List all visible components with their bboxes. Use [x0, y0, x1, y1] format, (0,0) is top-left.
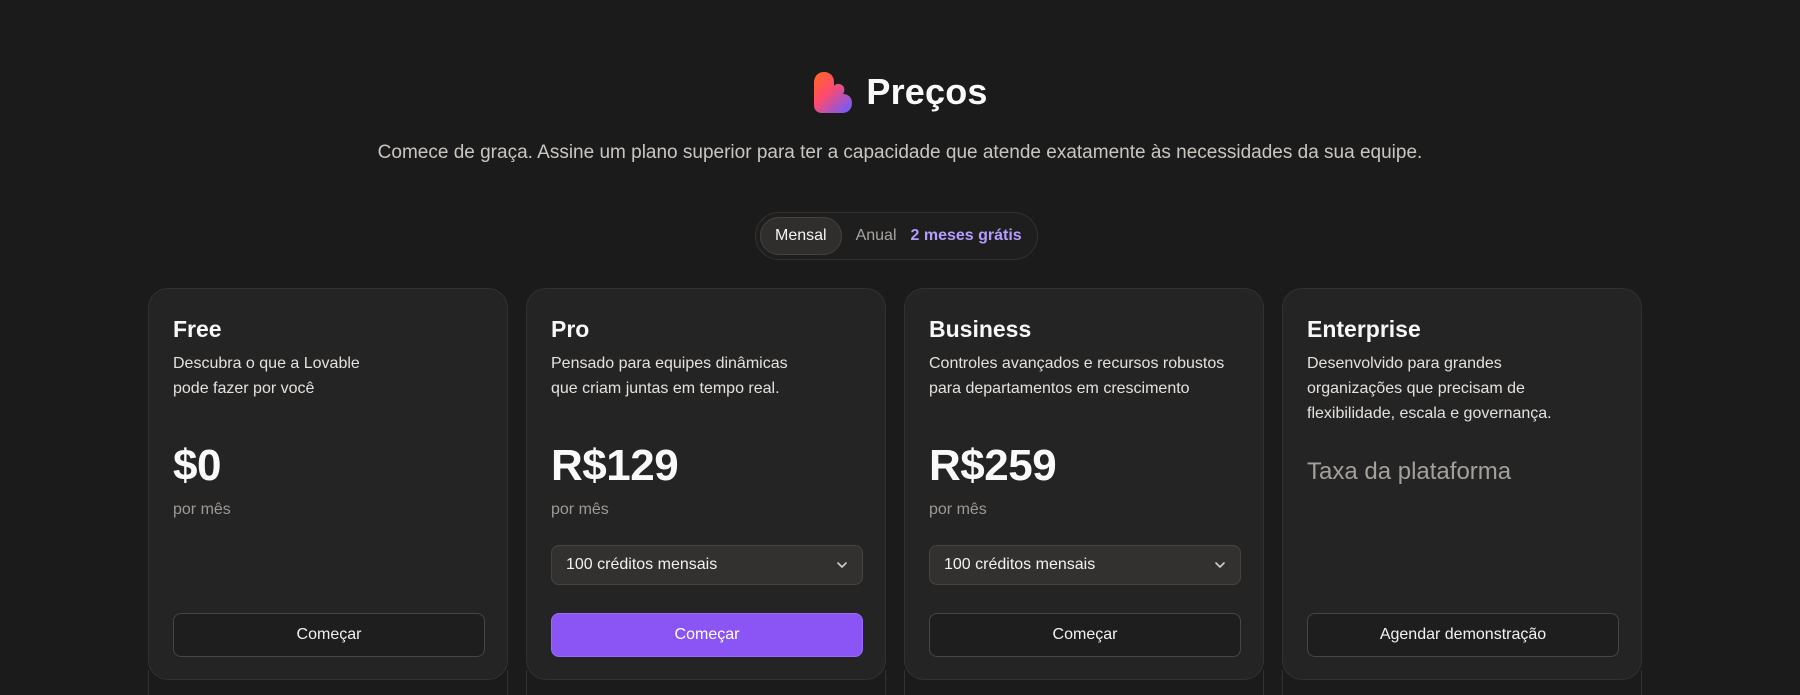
plan-description: Desenvolvido para grandes organizações q…	[1307, 355, 1552, 422]
plan-name: Business	[929, 316, 1032, 342]
page-header: Preços	[0, 70, 1800, 114]
plan-period: por mês	[551, 501, 609, 518]
plan-name: Enterprise	[1307, 316, 1421, 342]
plan-period: por mês	[929, 501, 987, 518]
page-subtitle: Comece de graça. Assine um plano superio…	[377, 142, 1423, 163]
plan-period: por mês	[173, 501, 231, 518]
credits-select-value: 100 créditos mensais	[944, 556, 1096, 573]
toggle-monthly[interactable]: Mensal	[760, 217, 842, 255]
start-button-free[interactable]: Começar	[173, 613, 485, 657]
credits-select-pro[interactable]: 100 créditos mensais	[551, 545, 863, 585]
plan-card-free: Free Descubra o que a Lovable pode fazer…	[148, 288, 508, 680]
plan-price: $0	[173, 441, 221, 490]
pricing-page: Preços Comece de graça. Assine um plano …	[0, 0, 1800, 695]
annual-discount-badge: 2 meses grátis	[910, 227, 1022, 244]
start-button-business[interactable]: Começar	[929, 613, 1241, 657]
chevron-down-icon	[837, 562, 847, 568]
plan-card-business: Business Controles avançados e recursos …	[904, 288, 1264, 680]
platform-fee-label: Taxa da plataforma	[1307, 458, 1512, 485]
start-button-pro[interactable]: Começar	[551, 613, 863, 657]
billing-period-toggle: Mensal Anual 2 meses grátis	[755, 212, 1038, 260]
plan-description: Descubra o que a Lovable pode fazer por …	[173, 355, 360, 397]
plan-name: Free	[173, 316, 222, 342]
plan-price: R$129	[551, 441, 679, 490]
toggle-annual[interactable]: Anual 2 meses grátis	[842, 217, 1032, 255]
chevron-down-icon	[1215, 562, 1225, 568]
plan-card-enterprise: Enterprise Desenvolvido para grandes org…	[1282, 288, 1642, 680]
plan-price: R$259	[929, 441, 1057, 490]
lovable-heart-logo	[814, 72, 853, 113]
plan-card-pro: Pro Pensado para equipes dinâmicas que c…	[526, 288, 886, 680]
page-title: Preços	[866, 71, 988, 112]
toggle-annual-label: Anual	[855, 227, 897, 244]
plan-description: Controles avançados e recursos robustos …	[929, 355, 1225, 397]
credits-select-business[interactable]: 100 créditos mensais	[929, 545, 1241, 585]
plan-name: Pro	[551, 316, 590, 342]
schedule-demo-button[interactable]: Agendar demonstração	[1307, 613, 1619, 657]
credits-select-value: 100 créditos mensais	[566, 556, 718, 573]
plan-description: Pensado para equipes dinâmicas que criam…	[551, 355, 788, 397]
